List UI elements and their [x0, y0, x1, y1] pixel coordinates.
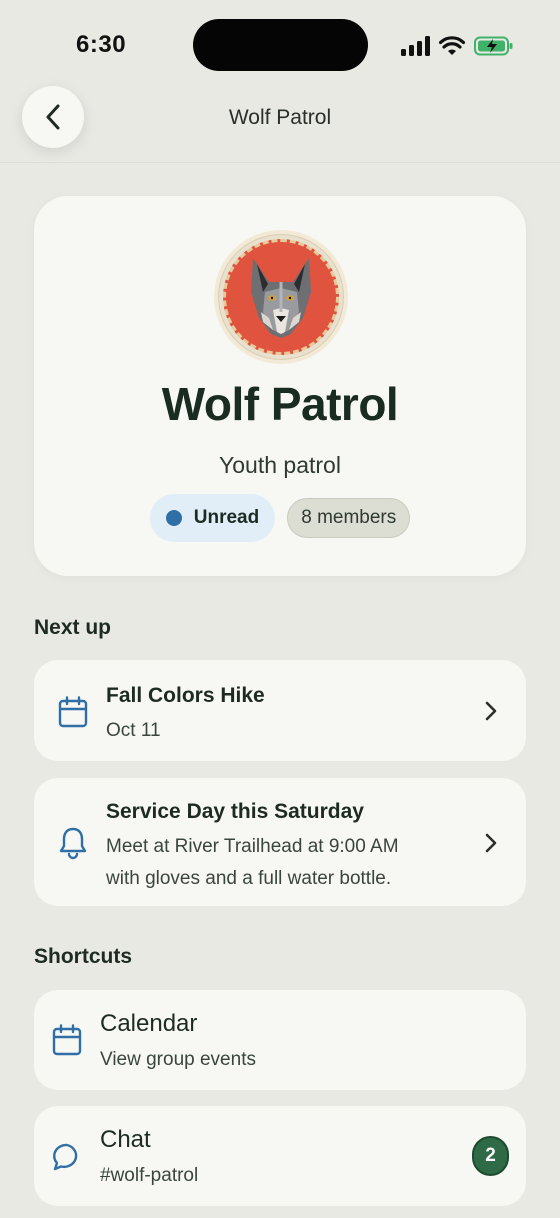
- status-time: 6:30: [76, 31, 127, 58]
- shortcut-subtitle: #wolf-patrol: [100, 1165, 199, 1186]
- announcement-title: Service Day this Saturday: [106, 800, 364, 823]
- unread-dot-icon: [165, 510, 182, 526]
- wolf-head-icon: [251, 258, 311, 338]
- chevron-right-icon: [485, 701, 497, 721]
- chevron-right-icon: [485, 833, 497, 853]
- event-card-fall-colors-hike[interactable]: Fall Colors Hike Oct 11: [34, 660, 526, 761]
- shortcut-title: Chat: [100, 1126, 151, 1153]
- event-title: Fall Colors Hike: [106, 684, 265, 707]
- unread-label: Unread: [193, 507, 260, 528]
- group-header-card: Wolf Patrol Youth patrol Unread 8 member…: [34, 196, 526, 576]
- dynamic-island: [193, 19, 368, 71]
- announcement-detail-line-1: Meet at River Trailhead at 9:00 AM: [106, 836, 399, 857]
- chat-bubble-icon: [53, 1143, 78, 1171]
- announcement-detail-line-2: with gloves and a full water bottle.: [106, 868, 392, 889]
- nav-divider: [0, 162, 560, 163]
- nav-title: Wolf Patrol: [228, 106, 332, 129]
- cellular-signal-icon: [401, 36, 430, 56]
- wifi-icon: [439, 36, 465, 55]
- shortcut-chat[interactable]: Chat #wolf-patrol 2: [34, 1106, 526, 1206]
- members-label: 8 members: [301, 507, 397, 528]
- calendar-icon: [52, 1024, 82, 1056]
- unread-badge: Unread: [149, 494, 276, 542]
- bell-icon: [59, 827, 87, 860]
- battery-charging-icon: [474, 36, 513, 56]
- calendar-icon: [58, 696, 88, 728]
- wolf-patch-image: [223, 239, 339, 355]
- shortcut-title: Calendar: [100, 1010, 198, 1037]
- patrol-patch-avatar: [214, 230, 348, 364]
- shortcut-calendar[interactable]: Calendar View group events: [34, 990, 526, 1090]
- group-subtitle: Youth patrol: [219, 452, 341, 478]
- status-icons: [400, 34, 514, 58]
- navigation-bar: Wolf Patrol: [0, 84, 560, 162]
- next-up-heading: Next up: [34, 616, 112, 639]
- shortcut-subtitle: View group events: [100, 1049, 256, 1070]
- status-bar: 6:30: [0, 0, 560, 90]
- group-title: Wolf Patrol: [161, 378, 399, 430]
- event-date: Oct 11: [106, 720, 161, 741]
- unread-count-badge: 2: [472, 1136, 509, 1176]
- announcement-card-service-day[interactable]: Service Day this Saturday Meet at River …: [34, 778, 526, 906]
- shortcuts-heading: Shortcuts: [34, 945, 133, 968]
- status-pills: Unread 8 members: [34, 494, 526, 542]
- members-badge[interactable]: 8 members: [287, 498, 411, 538]
